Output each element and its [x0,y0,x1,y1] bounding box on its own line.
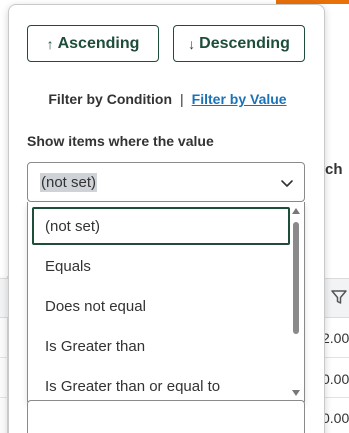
table-cell-value: 0.00 [322,371,349,387]
table-cell-value: 0.00 [322,410,349,426]
filter-funnel-icon[interactable] [330,288,348,306]
option-equals[interactable]: Equals [32,247,290,285]
chevron-down-icon [281,180,293,187]
app-screen: ch 2.00 0.00 0.00 ↑ Ascending ↓ Descendi… [0,0,349,433]
sort-descending-label: Descending [199,34,290,52]
condition-options-list: (not set) Equals Does not equal Is Great… [27,202,305,402]
background-header-text: ch [325,161,343,178]
option-not-set[interactable]: (not set) [32,207,290,245]
column-filter-popup: ↑ Ascending ↓ Descending Filter by Condi… [8,4,325,433]
sort-ascending-label: Ascending [57,34,140,52]
condition-select[interactable]: (not set) [27,162,305,202]
sort-descending-button[interactable]: ↓ Descending [173,25,305,62]
sort-ascending-button[interactable]: ↑ Ascending [27,25,159,62]
tab-filter-by-condition[interactable]: Filter by Condition [48,91,172,107]
tab-separator: | [180,91,184,107]
condition-label: Show items where the value [27,133,214,149]
tab-filter-by-value[interactable]: Filter by Value [192,91,287,107]
options-scrollbar[interactable] [290,204,302,400]
scroll-up-arrow-icon[interactable] [291,206,301,216]
scroll-down-arrow-icon[interactable] [291,388,301,398]
scrollbar-thumb[interactable] [293,222,299,334]
option-is-greater-than[interactable]: Is Greater than [32,327,290,365]
arrow-up-icon: ↑ [46,35,54,52]
filter-mode-tabs: Filter by Condition | Filter by Value [9,89,326,109]
option-is-greater-than-or-equal[interactable]: Is Greater than or equal to [32,367,290,401]
table-cell-value: 2.00 [322,330,349,346]
arrow-down-icon: ↓ [188,35,196,52]
condition-select-value: (not set) [40,172,98,192]
option-does-not-equal[interactable]: Does not equal [32,287,290,325]
condition-value-input[interactable] [27,400,305,433]
